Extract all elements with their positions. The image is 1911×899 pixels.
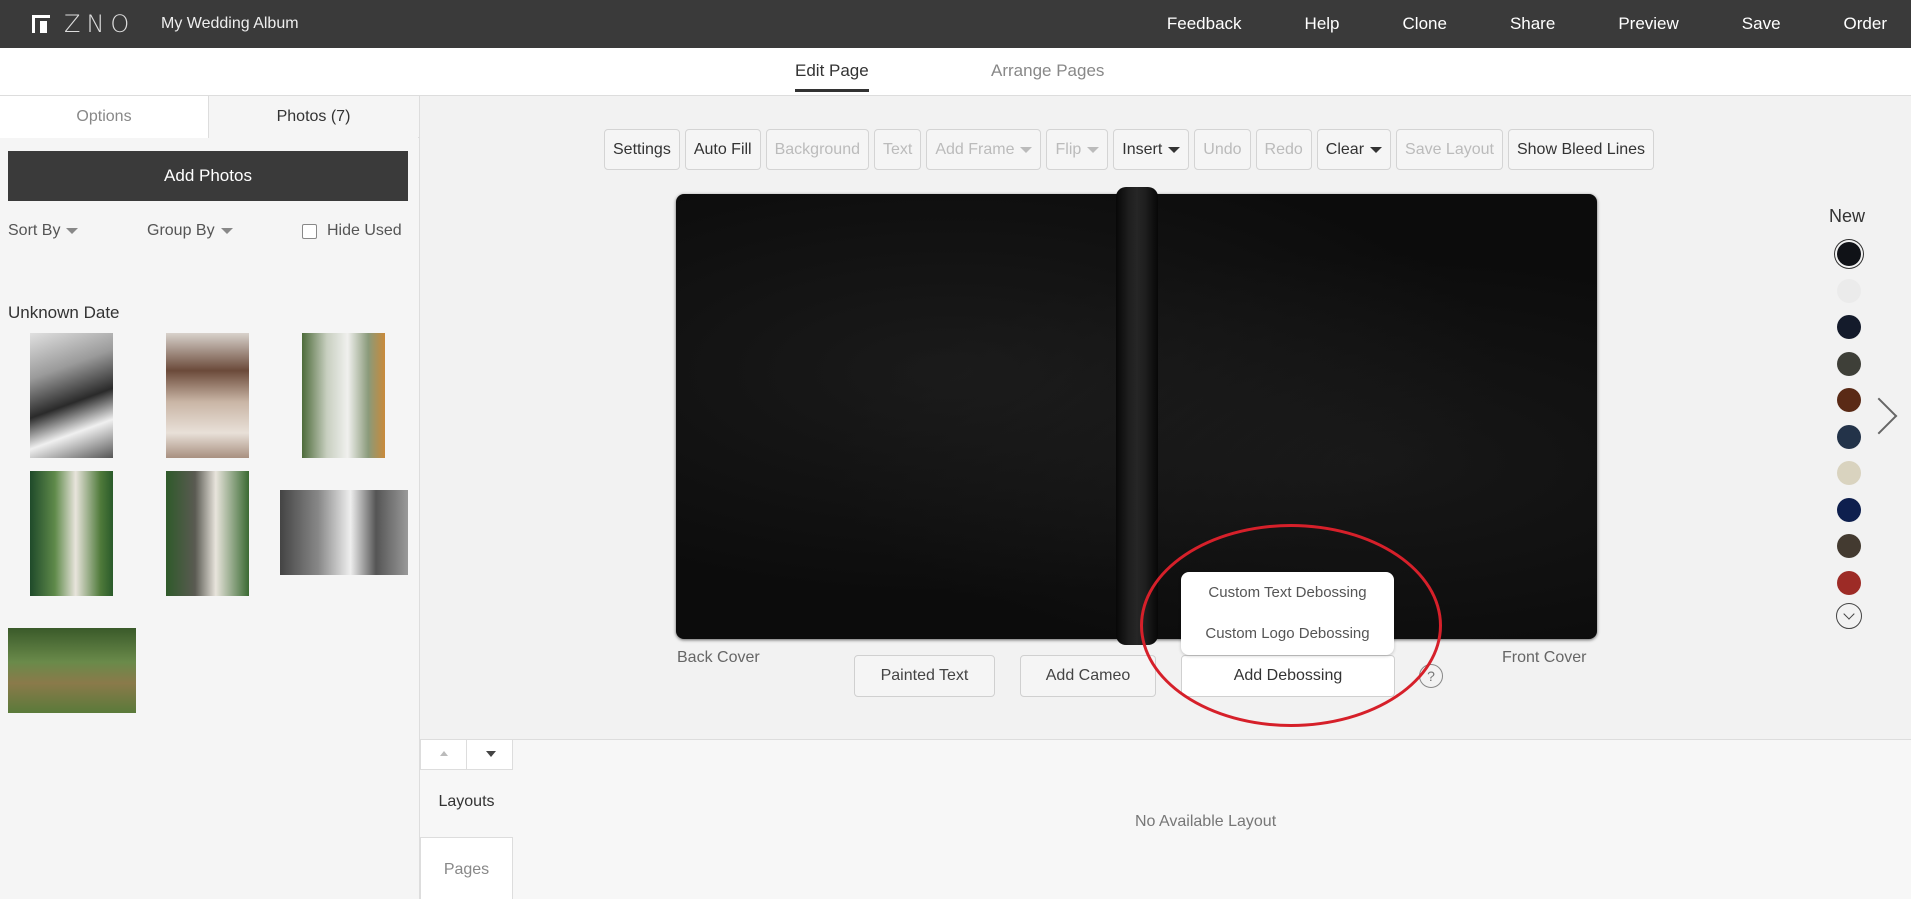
color-swatch[interactable] bbox=[1837, 315, 1861, 339]
hide-used-toggle[interactable]: Hide Used bbox=[302, 222, 402, 240]
color-swatch[interactable] bbox=[1837, 461, 1861, 485]
undo-button[interactable]: Undo bbox=[1194, 129, 1251, 170]
painted-text-button[interactable]: Painted Text bbox=[854, 655, 995, 697]
color-new-label: New bbox=[1829, 206, 1866, 226]
sort-by-label: Sort By bbox=[8, 222, 61, 239]
hide-used-label: Hide Used bbox=[327, 222, 402, 239]
insert-label: Insert bbox=[1122, 141, 1163, 158]
album-spine bbox=[1116, 187, 1158, 645]
preview-link[interactable]: Preview bbox=[1618, 14, 1678, 34]
add-frame-button[interactable]: Add Frame bbox=[926, 129, 1042, 170]
group-by-dropdown[interactable]: Group By bbox=[147, 222, 233, 240]
settings-button[interactable]: Settings bbox=[604, 129, 680, 170]
caret-down-icon bbox=[1370, 146, 1383, 153]
photo-thumbnail[interactable] bbox=[30, 471, 113, 596]
color-swatch[interactable] bbox=[1837, 278, 1861, 303]
order-link[interactable]: Order bbox=[1844, 14, 1887, 34]
menu-item-custom-text-debossing[interactable]: Custom Text Debossing bbox=[1181, 584, 1394, 601]
insert-button[interactable]: Insert bbox=[1113, 129, 1190, 170]
bottom-panel: Layouts Pages No Available Layout bbox=[420, 739, 1911, 899]
save-layout-button[interactable]: Save Layout bbox=[1396, 129, 1503, 170]
back-cover-label: Back Cover bbox=[677, 649, 760, 666]
feedback-link[interactable]: Feedback bbox=[1167, 14, 1242, 34]
color-swatch[interactable] bbox=[1837, 497, 1861, 522]
show-bleed-lines-button[interactable]: Show Bleed Lines bbox=[1507, 129, 1655, 170]
page-tabs-bar: Edit Page Arrange Pages bbox=[0, 48, 1911, 96]
help-icon[interactable]: ? bbox=[1419, 664, 1443, 688]
caret-down-icon bbox=[1087, 146, 1100, 153]
front-cover-label: Front Cover bbox=[1502, 649, 1587, 666]
add-frame-label: Add Frame bbox=[935, 141, 1015, 158]
color-swatch[interactable] bbox=[1837, 351, 1861, 376]
tab-photos[interactable]: Photos (7) bbox=[209, 96, 418, 138]
no-layout-message: No Available Layout bbox=[1135, 813, 1277, 830]
tab-pages[interactable]: Pages bbox=[420, 837, 513, 899]
logo-text: ZNO bbox=[64, 10, 136, 38]
caret-down-icon bbox=[66, 228, 79, 234]
color-swatch[interactable] bbox=[1837, 534, 1861, 558]
left-panel-tabs: Options Photos (7) bbox=[0, 96, 420, 138]
hide-used-checkbox[interactable] bbox=[302, 223, 317, 239]
photo-thumbnail[interactable] bbox=[166, 333, 249, 458]
add-cameo-button[interactable]: Add Cameo bbox=[1020, 655, 1156, 697]
color-swatch[interactable] bbox=[1837, 424, 1861, 449]
photo-thumbnail[interactable] bbox=[8, 628, 136, 713]
tab-options[interactable]: Options bbox=[0, 96, 209, 138]
flip-label: Flip bbox=[1055, 141, 1082, 158]
caret-down-icon bbox=[1020, 146, 1033, 153]
panel-up-button[interactable] bbox=[421, 740, 467, 769]
top-nav: Feedback Help Clone Share Preview Save O… bbox=[1104, 0, 1911, 48]
caret-down-icon bbox=[1168, 146, 1181, 153]
add-debossing-button[interactable]: Add Debossing bbox=[1181, 655, 1395, 697]
album-title[interactable]: My Wedding Album bbox=[161, 15, 299, 33]
panel-down-button[interactable] bbox=[467, 740, 513, 769]
save-link[interactable]: Save bbox=[1742, 14, 1781, 34]
menu-item-custom-logo-debossing[interactable]: Custom Logo Debossing bbox=[1181, 625, 1394, 642]
help-link[interactable]: Help bbox=[1305, 14, 1340, 34]
left-panel: Options Photos (7) Add Photos Sort By Gr… bbox=[0, 96, 420, 899]
chevron-right-icon[interactable] bbox=[1870, 395, 1894, 435]
tab-arrange-pages[interactable]: Arrange Pages bbox=[991, 61, 1104, 89]
photo-thumbnail[interactable] bbox=[302, 333, 385, 458]
photo-thumbnail[interactable] bbox=[30, 333, 113, 458]
color-swatch[interactable] bbox=[1837, 570, 1861, 595]
logo-mark-icon bbox=[32, 15, 50, 33]
flip-button[interactable]: Flip bbox=[1046, 129, 1109, 170]
top-bar: ZNO My Wedding Album Feedback Help Clone… bbox=[0, 0, 1911, 48]
panel-collapse-controls bbox=[420, 740, 513, 770]
add-photos-button[interactable]: Add Photos bbox=[8, 151, 408, 201]
edit-toolbar: Settings Auto Fill Background Text Add F… bbox=[604, 129, 1655, 170]
photo-thumbnail[interactable] bbox=[280, 490, 408, 575]
photo-thumbnail[interactable] bbox=[166, 471, 249, 596]
triangle-up-icon bbox=[440, 751, 448, 756]
zno-logo[interactable]: ZNO bbox=[32, 10, 136, 38]
clone-link[interactable]: Clone bbox=[1403, 14, 1447, 34]
tab-layouts[interactable]: Layouts bbox=[420, 793, 513, 811]
triangle-down-icon bbox=[485, 751, 496, 757]
share-link[interactable]: Share bbox=[1510, 14, 1555, 34]
date-group-header: Unknown Date bbox=[8, 303, 120, 322]
background-button[interactable]: Background bbox=[765, 129, 869, 170]
color-swatch[interactable] bbox=[1837, 388, 1861, 412]
tab-edit-page[interactable]: Edit Page bbox=[795, 61, 869, 92]
caret-down-icon bbox=[220, 228, 233, 234]
group-by-label: Group By bbox=[147, 222, 215, 239]
color-swatch[interactable] bbox=[1837, 242, 1861, 266]
auto-fill-button[interactable]: Auto Fill bbox=[684, 129, 761, 170]
redo-button[interactable]: Redo bbox=[1255, 129, 1312, 170]
clear-label: Clear bbox=[1325, 141, 1365, 158]
clear-button[interactable]: Clear bbox=[1316, 129, 1392, 170]
debossing-menu: Custom Text Debossing Custom Logo Deboss… bbox=[1181, 572, 1394, 655]
text-button[interactable]: Text bbox=[874, 129, 922, 170]
chevron-down-icon[interactable] bbox=[1836, 603, 1862, 629]
sort-by-dropdown[interactable]: Sort By bbox=[8, 222, 79, 240]
